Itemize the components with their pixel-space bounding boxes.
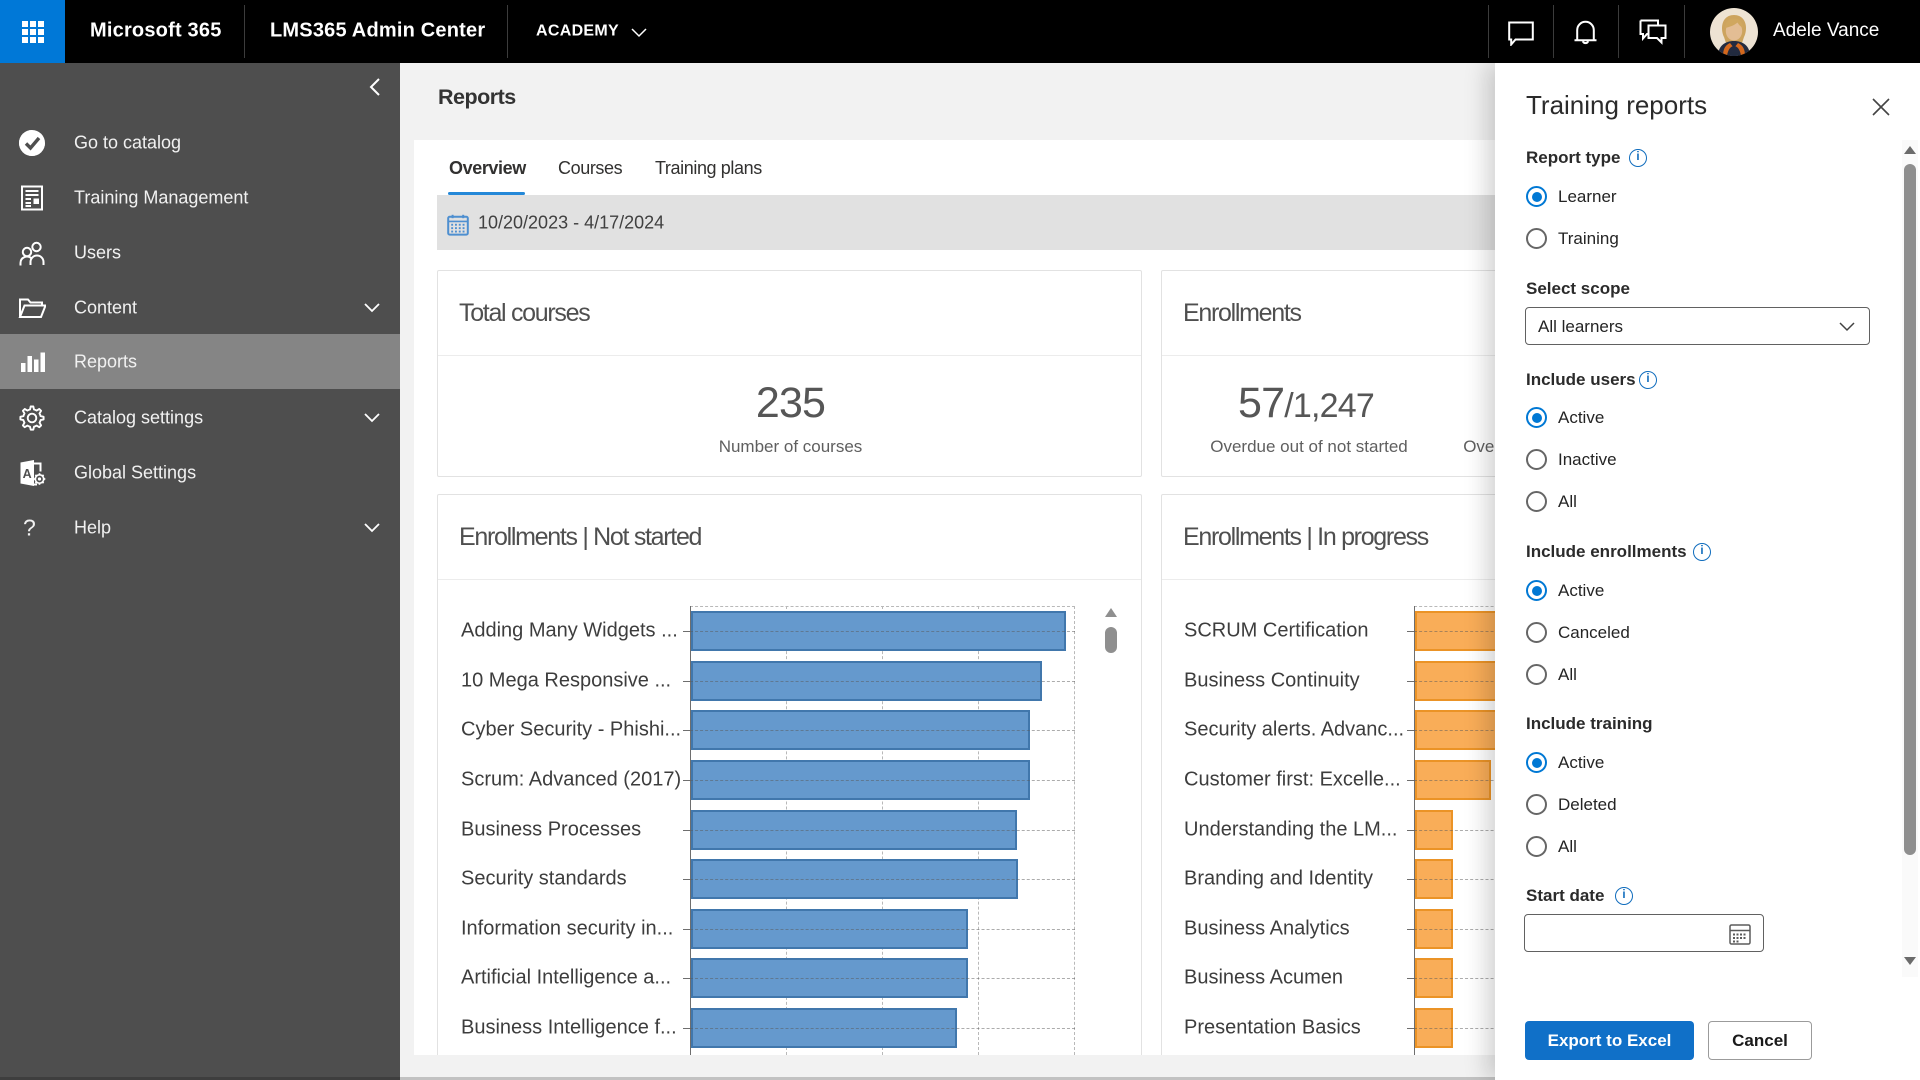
svg-text:A: A xyxy=(23,467,32,481)
